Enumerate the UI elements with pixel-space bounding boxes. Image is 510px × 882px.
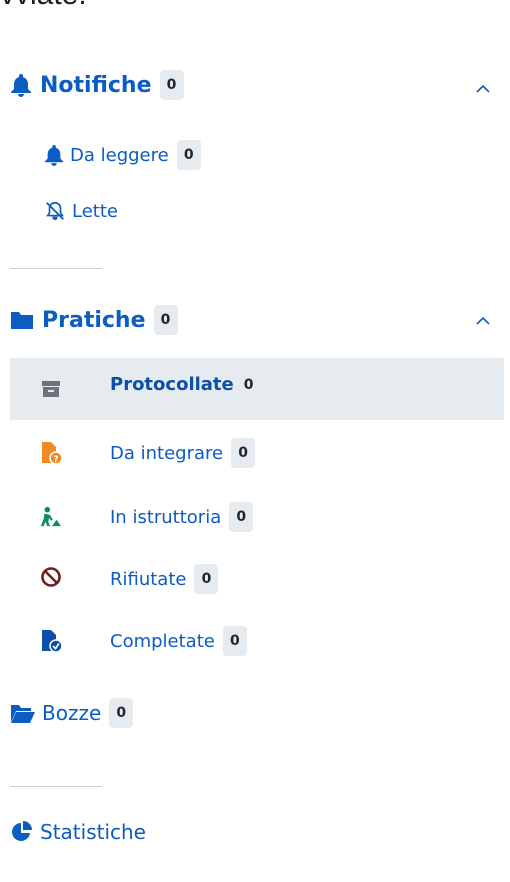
notifiche-section-toggle[interactable]: Notifiche 0 bbox=[10, 70, 184, 100]
folder-icon bbox=[10, 310, 34, 330]
statistiche-label: Statistiche bbox=[40, 820, 146, 844]
file-question-icon: ? bbox=[40, 442, 62, 465]
divider bbox=[10, 786, 102, 787]
svg-text:?: ? bbox=[53, 455, 58, 465]
notifiche-item-lette[interactable]: Lette bbox=[44, 200, 118, 222]
da-integrare-label: Da integrare bbox=[110, 442, 224, 464]
ban-icon bbox=[40, 566, 62, 588]
notifiche-item-da-leggere[interactable]: Da leggere 0 bbox=[44, 140, 201, 170]
in-istruttoria-count-badge: 0 bbox=[229, 502, 254, 532]
protocollate-label: Protocollate bbox=[110, 374, 234, 395]
chevron-up-icon[interactable] bbox=[474, 312, 492, 330]
pratiche-item-in-istruttoria[interactable]: In istruttoria 0 bbox=[110, 502, 254, 532]
person-digging-icon bbox=[40, 506, 62, 528]
da-leggere-count-badge: 0 bbox=[176, 140, 201, 170]
bell-slash-icon bbox=[44, 200, 66, 222]
chevron-up-icon[interactable] bbox=[474, 80, 492, 98]
pratiche-item-rifiutate[interactable]: Rifiutate 0 bbox=[110, 564, 219, 594]
da-integrare-count-badge: 0 bbox=[231, 438, 256, 468]
pratiche-item-da-integrare[interactable]: Da integrare 0 bbox=[110, 438, 256, 468]
bell-icon bbox=[44, 144, 64, 166]
in-istruttoria-label: In istruttoria bbox=[110, 506, 222, 528]
bozze-count-badge: 0 bbox=[109, 698, 134, 728]
previous-section-text-fragment: vviate. bbox=[0, 0, 87, 12]
archive-box-icon bbox=[40, 378, 62, 400]
lette-label: Lette bbox=[72, 200, 118, 222]
da-leggere-label: Da leggere bbox=[70, 144, 169, 166]
protocollate-count: 0 bbox=[243, 376, 254, 393]
pratiche-count-badge: 0 bbox=[153, 305, 178, 335]
notifiche-label: Notifiche bbox=[40, 72, 152, 98]
pratiche-item-protocollate[interactable]: Protocollate 0 bbox=[110, 374, 254, 395]
pratiche-label: Pratiche bbox=[42, 307, 146, 333]
folder-open-icon bbox=[10, 702, 36, 724]
rifiutate-count-badge: 0 bbox=[194, 564, 219, 594]
file-check-icon bbox=[40, 630, 62, 653]
bozze-label: Bozze bbox=[42, 701, 102, 725]
pratiche-item-completate[interactable]: Completate 0 bbox=[110, 626, 247, 656]
active-row-highlight bbox=[10, 358, 504, 420]
pratiche-section-toggle[interactable]: Pratiche 0 bbox=[10, 305, 178, 335]
chart-pie-icon bbox=[10, 820, 34, 844]
completate-count-badge: 0 bbox=[222, 626, 247, 656]
divider bbox=[10, 268, 102, 269]
notifiche-count-badge: 0 bbox=[159, 70, 184, 100]
rifiutate-label: Rifiutate bbox=[110, 568, 187, 590]
bell-icon bbox=[10, 73, 32, 97]
bozze-item[interactable]: Bozze 0 bbox=[10, 698, 134, 728]
completate-label: Completate bbox=[110, 630, 215, 652]
statistiche-item[interactable]: Statistiche bbox=[10, 820, 146, 844]
